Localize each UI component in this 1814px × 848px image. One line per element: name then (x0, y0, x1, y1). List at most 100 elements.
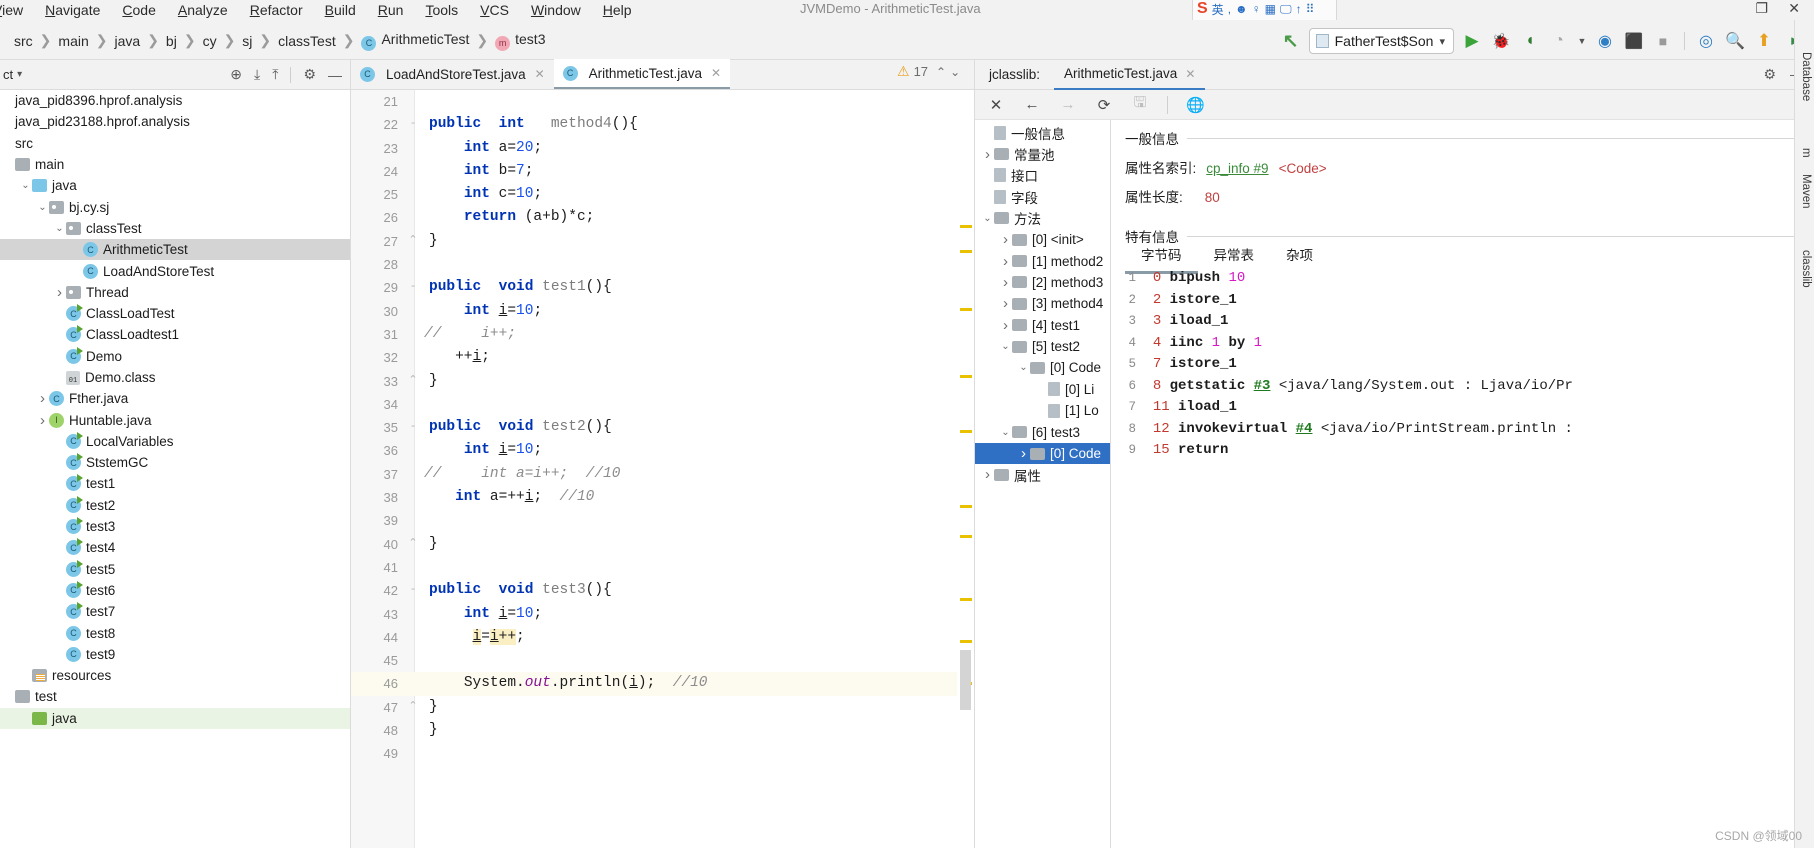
close-icon[interactable]: ✕ (1185, 67, 1195, 81)
run-with-coverage-button[interactable]: ◖ (1519, 30, 1541, 52)
menu-item-run[interactable]: Run (367, 2, 415, 18)
code-text[interactable]: public void test1(){ (429, 276, 612, 299)
expand-all-icon[interactable]: ⤓ (254, 66, 260, 83)
code-line-26[interactable]: 26 return (a+b)*c; (351, 206, 974, 229)
chevron-right-icon[interactable]: › (999, 274, 1012, 291)
menu-item-analyze[interactable]: Analyze (167, 2, 239, 18)
close-icon[interactable]: ✕ (535, 67, 545, 81)
tree-item-main[interactable]: main (0, 154, 350, 175)
menu-item-vcs[interactable]: VCS (469, 2, 520, 18)
tool-window-m[interactable]: m (1797, 140, 1814, 166)
close-icon[interactable]: ✕ (987, 96, 1005, 114)
menu-item-code[interactable]: Code (111, 2, 166, 18)
code-text[interactable]: } (429, 696, 438, 719)
tree-item-test[interactable]: test (0, 686, 350, 707)
chevron-down-icon[interactable]: ⌄ (981, 213, 994, 224)
stop-button[interactable]: ■ (1652, 30, 1674, 52)
run-button[interactable]: ▶ (1461, 30, 1483, 52)
ime-toolbar[interactable]: S 英 , ☻ ♀ ▦ 🖵 ↑ ⠿ (1192, 0, 1337, 22)
editor-scrollbar[interactable] (957, 90, 974, 848)
right-tool-strip[interactable]: Database m Maven classlib (1794, 20, 1814, 848)
tree-item-demo-class[interactable]: 01 Demo.class (0, 367, 350, 388)
profiler-icon[interactable]: ◎ (1695, 30, 1717, 52)
tree-item-bj-cy-sj[interactable]: ⌄ bj.cy.sj (0, 196, 350, 217)
chevron-right-icon[interactable]: › (999, 253, 1012, 270)
breadcrumb-item-test3[interactable]: m test3 (489, 31, 551, 51)
jclasslib-tree-item[interactable]: 一般信息 (975, 122, 1110, 143)
breadcrumb-item-cy[interactable]: cy (197, 33, 223, 49)
code-content[interactable]: 21 22- public int method4(){23 int a=20; 24… (351, 90, 974, 848)
bytecode-instruction[interactable]: 3 3 iload_1 (1118, 311, 1814, 333)
bytecode-instruction[interactable]: 8 12 invokevirtual #4 <java/io/PrintStre… (1118, 419, 1814, 441)
profile-button[interactable]: ◔ (1548, 30, 1570, 52)
chevron-down-icon[interactable]: ▾ (1439, 35, 1445, 48)
chevron-right-icon[interactable]: › (53, 284, 66, 301)
code-line-32[interactable]: 32 ++i; (351, 346, 974, 369)
project-tree[interactable]: java_pid8396.hprof.analysis java_pid23188… (0, 90, 350, 848)
code-line-47[interactable]: 47 ⌃} (351, 696, 974, 719)
tree-item-test8[interactable]: Ctest8 (0, 622, 350, 643)
breadcrumb-item-main[interactable]: main (52, 33, 94, 49)
code-line-44[interactable]: 44 i=i++; (351, 626, 974, 649)
inspection-status-badge[interactable]: ⚠ 17 ⌃ ⌄ (897, 63, 960, 80)
jclasslib-tree[interactable]: 一般信息 › 常量池 接口 字段 ⌄ 方法 › [0] <init> › [1] method2 ›[… (975, 120, 1110, 848)
code-text[interactable]: public void test3(){ (429, 579, 612, 602)
inspection-marker[interactable] (960, 598, 972, 601)
menu-item-window[interactable]: Window (520, 2, 592, 18)
tool-window-jclasslib[interactable]: classlib (1797, 242, 1814, 296)
jclasslib-tab-bar[interactable]: jclasslib: ArithmeticTest.java ✕ ⚙ — (975, 60, 1814, 90)
code-line-30[interactable]: 30 int i=10; (351, 300, 974, 323)
code-line-23[interactable]: 23 int a=20; (351, 137, 974, 160)
jclasslib-tree-item[interactable]: 字段 (975, 186, 1110, 207)
jclasslib-tree-item[interactable]: › [2] method3 (975, 272, 1110, 293)
scrollbar-thumb[interactable] (960, 650, 971, 710)
jclasslib-tree-item[interactable]: [0] Li (975, 379, 1110, 400)
inspection-marker[interactable] (960, 308, 972, 311)
tree-item-arithmetictest[interactable]: C ArithmeticTest (0, 239, 350, 261)
cp-info-link[interactable]: cp_info #9 (1206, 161, 1268, 176)
update-project-button[interactable]: ⬆ (1753, 30, 1775, 52)
tree-item-java[interactable]: ⌄ java (0, 175, 350, 196)
project-panel-title[interactable]: ct (0, 67, 13, 82)
code-editor[interactable]: 21 22- public int method4(){23 int a=20; 24… (351, 90, 974, 848)
prev-problem-icon[interactable]: ⌃ (936, 65, 946, 79)
bytecode-instruction[interactable]: 1 0 bipush 10 (1118, 268, 1814, 290)
code-text[interactable]: return (a+b)*c; (429, 206, 595, 229)
code-text[interactable]: int a=i++; //10 (429, 463, 620, 486)
code-text[interactable]: int i=10; (429, 603, 542, 626)
code-line-36[interactable]: 36 int i=10; (351, 439, 974, 462)
chevron-down-icon[interactable]: ⌄ (53, 223, 66, 234)
tree-item-test1[interactable]: Ctest1 (0, 473, 350, 494)
code-text[interactable]: i++; (429, 323, 516, 346)
ime-keyboard-icon[interactable]: ▦ (1265, 2, 1276, 16)
breadcrumb-item-arithmetictest[interactable]: C ArithmeticTest (355, 31, 475, 51)
minimize-icon[interactable]: — (328, 67, 342, 83)
stop-gradle-button[interactable]: ⬛ (1623, 30, 1645, 52)
breadcrumb-item-java[interactable]: java (109, 33, 147, 49)
tool-window-database[interactable]: Database (1797, 44, 1814, 109)
chevron-down-icon[interactable]: ⌄ (19, 180, 32, 191)
chevron-down-icon[interactable]: ▾ (13, 69, 22, 80)
debug-button[interactable]: 🐞 (1490, 30, 1512, 52)
code-line-24[interactable]: 24 int b=7; (351, 160, 974, 183)
code-text[interactable]: i=i++; (429, 626, 525, 649)
chevron-down-icon[interactable]: ⌄ (999, 427, 1012, 438)
code-text[interactable]: } (429, 533, 438, 556)
ime-menu-icon[interactable]: ⠿ (1306, 2, 1315, 16)
close-icon[interactable]: ✕ (711, 66, 721, 80)
code-line-33[interactable]: 33 ⌃} (351, 370, 974, 393)
breadcrumb-item-classtest[interactable]: classTest (272, 33, 342, 49)
fold-marker-icon[interactable]: ⌃ (406, 370, 420, 393)
chevron-down-icon[interactable]: ⌄ (1017, 362, 1030, 373)
menu-item-navigate[interactable]: Navigate (34, 2, 111, 18)
chevron-right-icon[interactable]: › (36, 412, 49, 429)
code-line-49[interactable]: 49 (351, 742, 974, 765)
fold-marker-icon[interactable]: - (406, 579, 420, 602)
window-restore-button[interactable]: ❐ (1755, 0, 1768, 17)
back-navigation-icon[interactable]: ↖ (1280, 30, 1302, 52)
menu-item-tools[interactable]: Tools (414, 2, 469, 18)
code-line-31[interactable]: 31 // i++; (351, 323, 974, 346)
jclasslib-tree-item[interactable]: ⌄ [6] test3 (975, 421, 1110, 442)
tree-item-ststemgc[interactable]: C StstemGC (0, 452, 350, 473)
bytecode-instruction[interactable]: 2 2 istore_1 (1118, 290, 1814, 312)
